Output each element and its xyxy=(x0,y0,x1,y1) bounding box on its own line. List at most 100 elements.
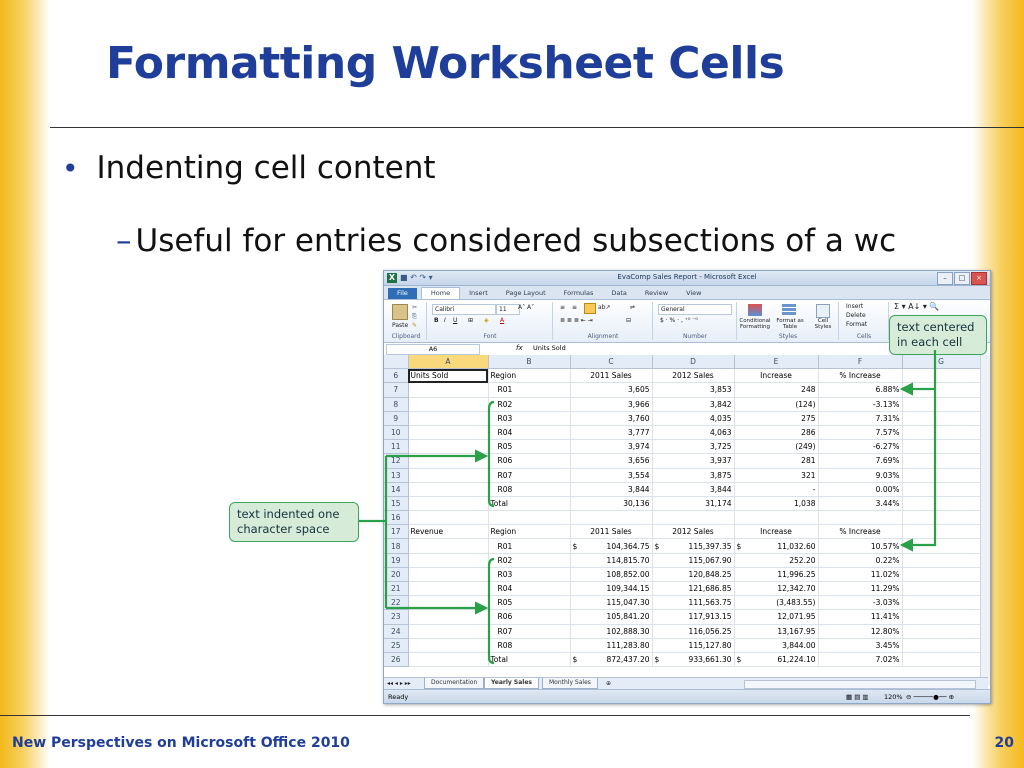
cell-e[interactable]: $11,032.60 xyxy=(734,538,819,554)
cell-d[interactable]: 121,686.85 xyxy=(652,581,735,597)
name-box[interactable]: A6 xyxy=(386,344,480,355)
row-header[interactable]: 9 xyxy=(384,411,409,426)
cell-d[interactable]: 4,063 xyxy=(652,425,735,441)
cell-b[interactable]: R07 xyxy=(488,468,571,483)
row-header[interactable]: 23 xyxy=(384,609,409,625)
grow-shrink-font-icon[interactable]: A˄ A˅ xyxy=(518,304,534,312)
cell-g[interactable] xyxy=(902,567,981,583)
cell-g[interactable] xyxy=(902,510,981,526)
middle-align-icon[interactable]: ≡ xyxy=(572,304,577,312)
cell-b[interactable]: Region xyxy=(488,524,571,540)
tab-page-layout[interactable]: Page Layout xyxy=(497,288,555,299)
cell-c[interactable]: 3,656 xyxy=(570,453,653,469)
cell-g[interactable] xyxy=(902,595,981,611)
cell-d[interactable]: 120,848.25 xyxy=(652,567,735,583)
maximize-icon[interactable]: □ xyxy=(954,272,970,285)
cell-d[interactable]: 117,913.15 xyxy=(652,609,735,625)
cell-e[interactable]: Increase xyxy=(734,524,819,540)
cell-c[interactable]: 3,605 xyxy=(570,382,653,398)
cell-d[interactable]: 116,056.25 xyxy=(652,624,735,639)
cell-a[interactable] xyxy=(408,567,489,583)
cell-b[interactable]: R03 xyxy=(488,567,571,583)
cell-e[interactable]: 3,844.00 xyxy=(734,638,819,653)
italic-icon[interactable]: I xyxy=(444,317,446,325)
number-format-select[interactable]: General xyxy=(658,304,732,315)
cell-b[interactable]: R08 xyxy=(488,638,571,653)
row-header[interactable]: 16 xyxy=(384,510,409,526)
horizontal-scrollbar[interactable] xyxy=(744,680,976,689)
cell-b[interactable]: Total xyxy=(488,496,571,512)
orientation-icon[interactable]: ab↗ xyxy=(598,304,611,312)
row-header[interactable]: 18 xyxy=(384,538,409,554)
cell-a[interactable] xyxy=(408,397,489,412)
merge-center-icon[interactable]: ⊟ xyxy=(626,317,631,325)
cell-c[interactable]: 2011 Sales xyxy=(570,524,653,540)
zoom-level[interactable]: 120% xyxy=(884,690,903,703)
row-header[interactable]: 25 xyxy=(384,638,409,653)
cell-c[interactable]: 3,966 xyxy=(570,397,653,412)
column-header[interactable]: A xyxy=(408,355,489,370)
cell-g[interactable] xyxy=(902,439,981,455)
cell-b[interactable]: Region xyxy=(488,368,571,384)
cell-b[interactable] xyxy=(488,510,571,526)
cell-a[interactable] xyxy=(408,411,489,426)
font-size-select[interactable]: 11 xyxy=(496,304,520,315)
insert-cells-button[interactable]: Insert xyxy=(846,303,863,311)
cell-b[interactable]: R05 xyxy=(488,439,571,455)
cell-g[interactable] xyxy=(902,538,981,554)
cell-e[interactable]: $61,224.10 xyxy=(734,652,819,668)
bold-icon[interactable]: B xyxy=(434,317,439,325)
row-header[interactable]: 17 xyxy=(384,524,409,540)
cell-e[interactable]: 12,342.70 xyxy=(734,581,819,597)
row-header[interactable]: 19 xyxy=(384,553,409,568)
cell-e[interactable]: (249) xyxy=(734,439,819,455)
cell-b[interactable]: R07 xyxy=(488,624,571,639)
cell-g[interactable] xyxy=(902,652,981,668)
number-format-icons[interactable]: $ · % · , ⁺⁰ ⁻⁰ xyxy=(660,317,698,325)
cell-g[interactable] xyxy=(902,581,981,597)
cell-e[interactable]: 281 xyxy=(734,453,819,469)
delete-cells-button[interactable]: Delete xyxy=(846,312,866,320)
cell-e[interactable] xyxy=(734,510,819,526)
cell-e[interactable]: 12,071.95 xyxy=(734,609,819,625)
cell-c[interactable]: 109,344.15 xyxy=(570,581,653,597)
column-header[interactable]: G xyxy=(902,355,981,370)
cell-g[interactable] xyxy=(902,425,981,441)
cell-g[interactable] xyxy=(902,468,981,483)
cell-d[interactable]: 2012 Sales xyxy=(652,368,735,384)
bottom-align-icon[interactable] xyxy=(584,303,596,314)
cell-f[interactable]: 7.69% xyxy=(818,453,903,469)
row-header[interactable]: 22 xyxy=(384,595,409,611)
cell-g[interactable] xyxy=(902,397,981,412)
cell-a[interactable] xyxy=(408,538,489,554)
row-header[interactable]: 13 xyxy=(384,468,409,483)
cell-b[interactable]: R05 xyxy=(488,595,571,611)
cell-b[interactable]: Total xyxy=(488,652,571,668)
cell-e[interactable]: 286 xyxy=(734,425,819,441)
sheet-tab-monthly-sales[interactable]: Monthly Sales xyxy=(542,678,598,689)
cell-f[interactable]: 9.03% xyxy=(818,468,903,483)
cell-e[interactable]: 11,996.25 xyxy=(734,567,819,583)
cell-a[interactable] xyxy=(408,652,489,668)
column-header[interactable]: F xyxy=(818,355,903,370)
tab-insert[interactable]: Insert xyxy=(460,288,497,299)
cell-a[interactable] xyxy=(408,439,489,455)
cell-e[interactable]: 321 xyxy=(734,468,819,483)
tab-home[interactable]: Home xyxy=(420,287,461,299)
cell-d[interactable]: 115,127.80 xyxy=(652,638,735,653)
cell-d[interactable]: 31,174 xyxy=(652,496,735,512)
cell-d[interactable]: 3,875 xyxy=(652,468,735,483)
cell-b[interactable]: R01 xyxy=(488,382,571,398)
cell-f[interactable]: % Increase xyxy=(818,368,903,384)
cell-g[interactable] xyxy=(902,609,981,625)
cell-c[interactable]: 3,844 xyxy=(570,482,653,497)
row-header[interactable]: 7 xyxy=(384,382,409,398)
cell-e[interactable]: - xyxy=(734,482,819,497)
cell-e[interactable]: 248 xyxy=(734,382,819,398)
cell-a[interactable] xyxy=(408,581,489,597)
cell-f[interactable]: 0.22% xyxy=(818,553,903,568)
cell-a[interactable]: Units Sold xyxy=(408,368,489,384)
cell-b[interactable]: R06 xyxy=(488,453,571,469)
tab-file[interactable]: File xyxy=(388,288,417,299)
cell-b[interactable]: R06 xyxy=(488,609,571,625)
